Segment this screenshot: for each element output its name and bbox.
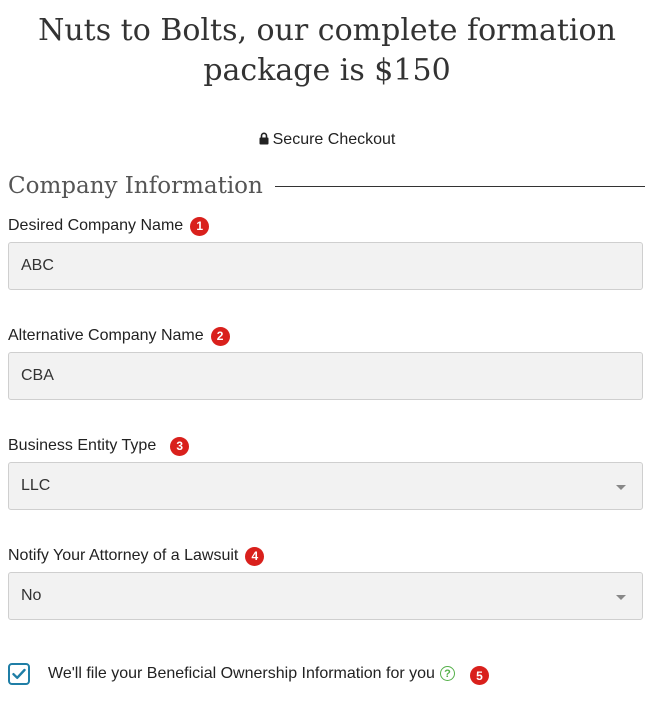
boi-checkbox[interactable] (8, 662, 30, 685)
field-label-text: Notify Your Attorney of a Lawsuit (8, 547, 239, 564)
alternative-company-name-input[interactable]: CBA (8, 352, 643, 400)
step-badge-4: 4 (245, 546, 265, 566)
step-badge-3: 3 (170, 436, 190, 456)
section-title: Company Information (8, 173, 263, 199)
secure-checkout: Secure Checkout (0, 130, 654, 150)
lock-icon (259, 132, 269, 145)
business-entity-type-select[interactable]: LLC (8, 462, 643, 510)
chevron-down-icon (616, 595, 626, 600)
page-title-line1: Nuts to Bolts, our complete formation (38, 13, 616, 48)
company-information-header: Company Information (8, 170, 645, 202)
boi-option: We'll file your Beneficial Ownership Inf… (8, 662, 489, 685)
boi-label: We'll file your Beneficial Ownership Inf… (48, 664, 435, 682)
desired-company-name-label: Desired Company Name 1 (8, 216, 210, 236)
page-title: Nuts to Bolts, our complete formation pa… (0, 11, 654, 91)
notify-attorney-label: Notify Your Attorney of a Lawsuit 4 (8, 546, 265, 566)
notify-attorney-value: No (21, 587, 42, 604)
alternative-company-name-label: Alternative Company Name 2 (8, 326, 230, 346)
business-entity-type-label: Business Entity Type 3 (8, 436, 190, 456)
secure-checkout-label: Secure Checkout (272, 131, 396, 148)
help-icon[interactable]: ? (439, 666, 455, 681)
field-label-text: Alternative Company Name (8, 327, 204, 344)
desired-company-name-input[interactable]: ABC (8, 242, 643, 290)
checkmark-icon (12, 668, 26, 679)
chevron-down-icon (616, 485, 626, 490)
page-title-line2: package is $150 (203, 53, 451, 88)
alternative-company-name-value: CBA (21, 367, 54, 384)
field-label-text: Business Entity Type (8, 437, 157, 454)
field-label-text: Desired Company Name (8, 217, 184, 234)
step-badge-2: 2 (210, 326, 230, 346)
step-badge-1: 1 (190, 216, 210, 236)
step-badge-5: 5 (469, 666, 489, 685)
notify-attorney-select[interactable]: No (8, 572, 643, 620)
business-entity-type-value: LLC (21, 477, 51, 494)
section-divider (274, 185, 645, 187)
desired-company-name-value: ABC (21, 257, 54, 274)
